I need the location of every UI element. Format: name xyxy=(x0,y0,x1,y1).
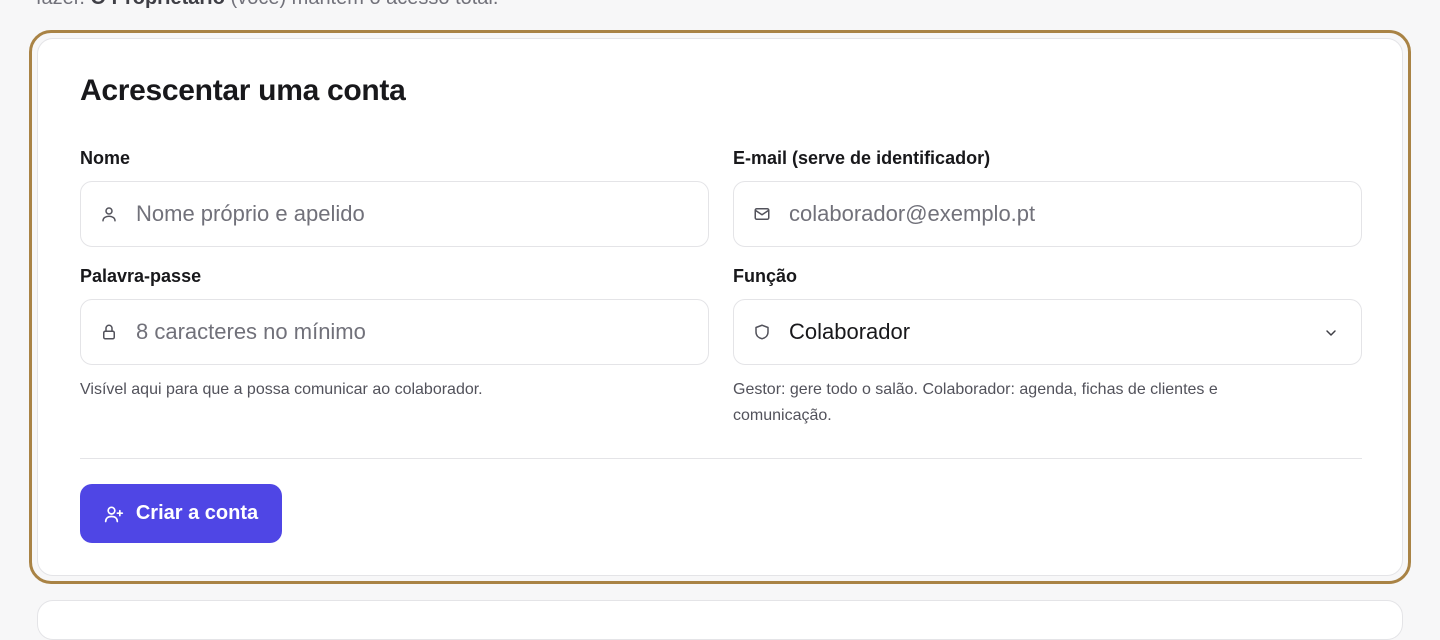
divider xyxy=(80,458,1362,459)
password-input[interactable]: 8 caracteres no mínimo xyxy=(80,299,709,365)
role-selected-value: Colaborador xyxy=(789,319,911,344)
name-placeholder: Nome próprio e apelido xyxy=(136,201,365,226)
email-label: E-mail (serve de identificador) xyxy=(733,148,991,168)
password-label: Palavra-passe xyxy=(80,266,202,286)
card-title: Acrescentar uma conta xyxy=(80,74,406,107)
user-icon xyxy=(99,204,119,224)
role-select[interactable]: Colaborador xyxy=(733,299,1362,365)
role-hint: Gestor: gere todo o salão. Colaborador: … xyxy=(733,381,1218,424)
intro-text: fazer. O Proprietário (você) mantém o ac… xyxy=(36,0,498,10)
owner-role-label: O Proprietário xyxy=(90,0,224,9)
email-input[interactable]: colaborador@exemplo.pt xyxy=(733,181,1362,247)
password-hint: Visível aqui para que a possa comunicar … xyxy=(80,381,483,398)
create-account-button[interactable]: Criar a conta xyxy=(80,484,282,543)
next-card xyxy=(37,600,1403,640)
email-placeholder: colaborador@exemplo.pt xyxy=(789,201,1036,226)
name-label: Nome xyxy=(80,148,131,168)
mail-icon xyxy=(752,204,772,224)
role-label: Função xyxy=(733,266,798,286)
create-account-label: Criar a conta xyxy=(135,502,259,524)
add-account-card: Acrescentar uma conta Nome Nome próprio … xyxy=(37,38,1403,576)
name-input[interactable]: Nome próprio e apelido xyxy=(80,181,709,247)
user-plus-icon xyxy=(104,504,124,524)
lock-icon xyxy=(99,322,119,342)
shield-icon xyxy=(752,322,772,342)
password-placeholder: 8 caracteres no mínimo xyxy=(136,319,366,344)
chevron-down-icon xyxy=(1321,323,1341,343)
